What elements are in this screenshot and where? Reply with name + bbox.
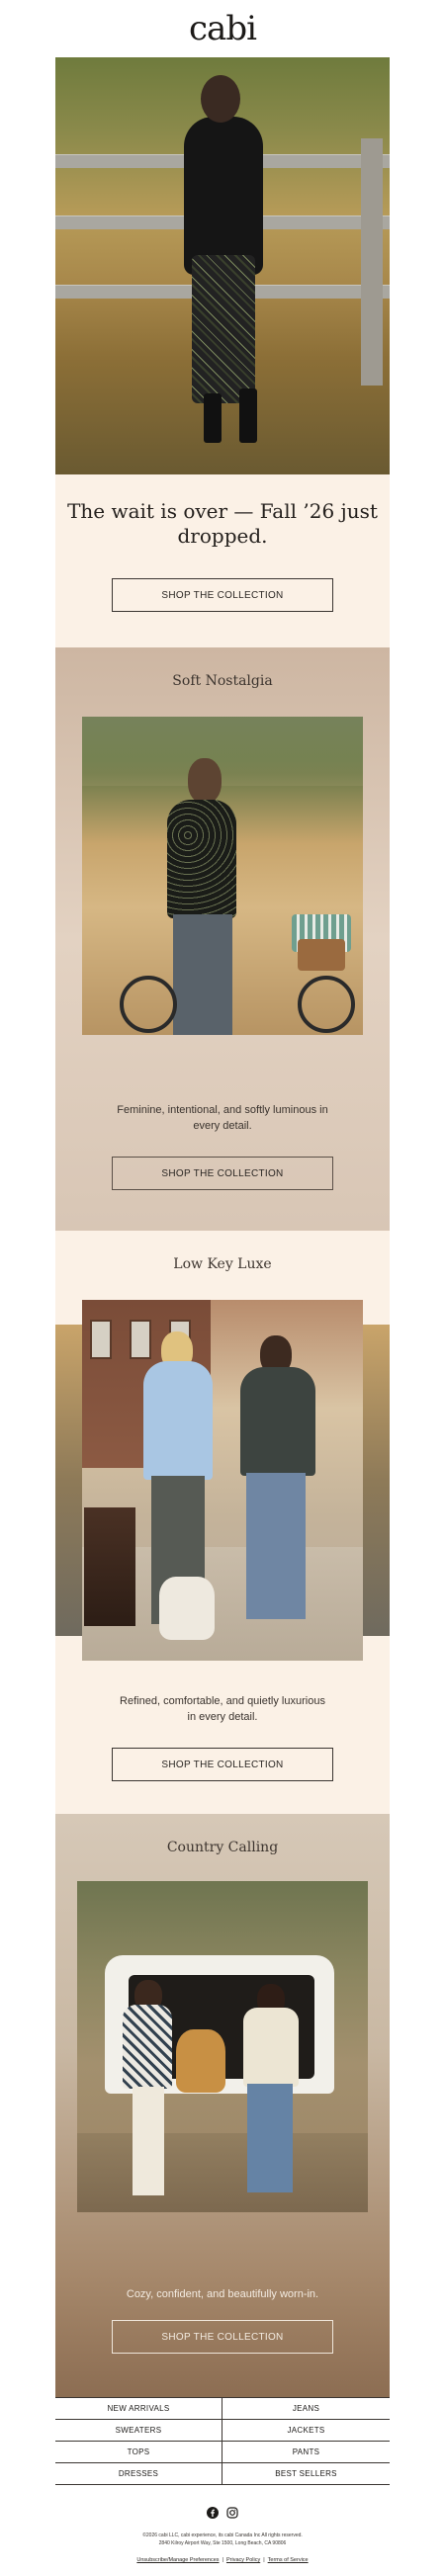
model-boot <box>239 388 257 443</box>
section-image[interactable] <box>77 1881 368 2212</box>
hero-banner: The wait is over — Fall ’26 just dropped… <box>55 474 390 647</box>
legal-text: ©2026 cabi LLC, cabi experience, its cab… <box>55 2532 390 2547</box>
category-link-jeans[interactable]: JEANS <box>222 2398 390 2420</box>
model-jacket <box>243 2008 299 2087</box>
model-top <box>167 800 236 918</box>
footer-links: Unsubscribe/Manage Preferences | Privacy… <box>55 2557 390 2563</box>
instagram-icon[interactable] <box>226 2507 238 2519</box>
legal-address: 2840 Kilroy Airport Way, Ste 1500, Long … <box>158 2540 287 2546</box>
link-separator: | <box>222 2557 223 2563</box>
section-country-calling: Country Calling Cozy, confident, and bea… <box>55 1814 390 2397</box>
section-shop-button[interactable]: SHOP THE COLLECTION <box>112 1157 333 1190</box>
section-image[interactable] <box>82 1300 363 1661</box>
category-link-jackets[interactable]: JACKETS <box>222 2420 390 2442</box>
model-jacket <box>240 1367 315 1476</box>
brand-logo[interactable]: cabi <box>55 0 390 57</box>
fence-post <box>361 138 383 386</box>
section-soft-nostalgia: Soft Nostalgia Feminine, intentional, an… <box>55 647 390 1231</box>
category-link-tops[interactable]: TOPS <box>55 2442 222 2463</box>
section-title: Low Key Luxe <box>173 1256 272 1272</box>
legal-copyright: ©2026 cabi LLC, cabi experience, its cab… <box>142 2533 303 2538</box>
email-container: cabi The wait is over — Fall ’26 just dr… <box>55 0 390 2576</box>
privacy-policy-link[interactable]: Privacy Policy <box>226 2557 260 2563</box>
bicycle-wheel <box>298 976 355 1033</box>
background-trees <box>82 717 363 786</box>
cafe-chair <box>84 1507 135 1626</box>
model-head <box>188 758 222 804</box>
category-link-new-arrivals[interactable]: NEW ARRIVALS <box>55 2398 222 2420</box>
hero-title: The wait is over — Fall ’26 just dropped… <box>67 499 378 548</box>
section-description: Cozy, confident, and beautifully worn-in… <box>126 2288 319 2300</box>
model-pants <box>133 2087 164 2195</box>
link-separator: | <box>263 2557 265 2563</box>
ground <box>77 2133 368 2212</box>
facebook-icon[interactable] <box>207 2507 219 2519</box>
model-skirt <box>192 255 255 403</box>
category-link-pants[interactable]: PANTS <box>222 2442 390 2463</box>
section-shop-button[interactable]: SHOP THE COLLECTION <box>112 2320 333 2354</box>
dog <box>159 1577 215 1640</box>
section-description: Refined, comfortable, and quietly luxuri… <box>120 1695 325 1723</box>
section-title: Soft Nostalgia <box>172 673 273 689</box>
category-link-best-sellers[interactable]: BEST SELLERS <box>222 2463 390 2485</box>
category-grid: NEW ARRIVALS JEANS SWEATERS JACKETS TOPS… <box>55 2397 390 2486</box>
dog <box>176 2029 225 2093</box>
image-edge-left <box>55 1325 82 1636</box>
image-edge-right <box>363 1325 390 1636</box>
social-links <box>55 2507 390 2523</box>
model-top <box>123 2005 172 2089</box>
bicycle-basket <box>298 939 345 971</box>
bicycle-wheel <box>120 976 177 1033</box>
hero-image[interactable] <box>55 57 390 474</box>
section-shop-button[interactable]: SHOP THE COLLECTION <box>112 1748 333 1781</box>
building-window <box>130 1320 151 1359</box>
section-image[interactable] <box>82 717 363 1035</box>
model-head <box>201 75 240 123</box>
section-low-key-luxe: Low Key Luxe Refined, comfortable, and q… <box>55 1231 390 1814</box>
unsubscribe-link[interactable]: Unsubscribe/Manage Preferences <box>136 2557 219 2563</box>
model-jeans <box>247 2084 293 2192</box>
model-figure <box>184 117 263 275</box>
section-title: Country Calling <box>166 1840 279 1855</box>
section-description: Feminine, intentional, and softly lumino… <box>117 1104 328 1132</box>
category-link-dresses[interactable]: DRESSES <box>55 2463 222 2485</box>
building-window <box>90 1320 112 1359</box>
model-jeans <box>246 1473 306 1619</box>
hero-shop-button[interactable]: SHOP THE COLLECTION <box>112 578 333 612</box>
category-link-sweaters[interactable]: SWEATERS <box>55 2420 222 2442</box>
terms-of-service-link[interactable]: Terms of Service <box>268 2557 309 2563</box>
model-jeans <box>173 914 232 1035</box>
model-boot <box>204 393 222 443</box>
model-shirt <box>143 1361 213 1480</box>
